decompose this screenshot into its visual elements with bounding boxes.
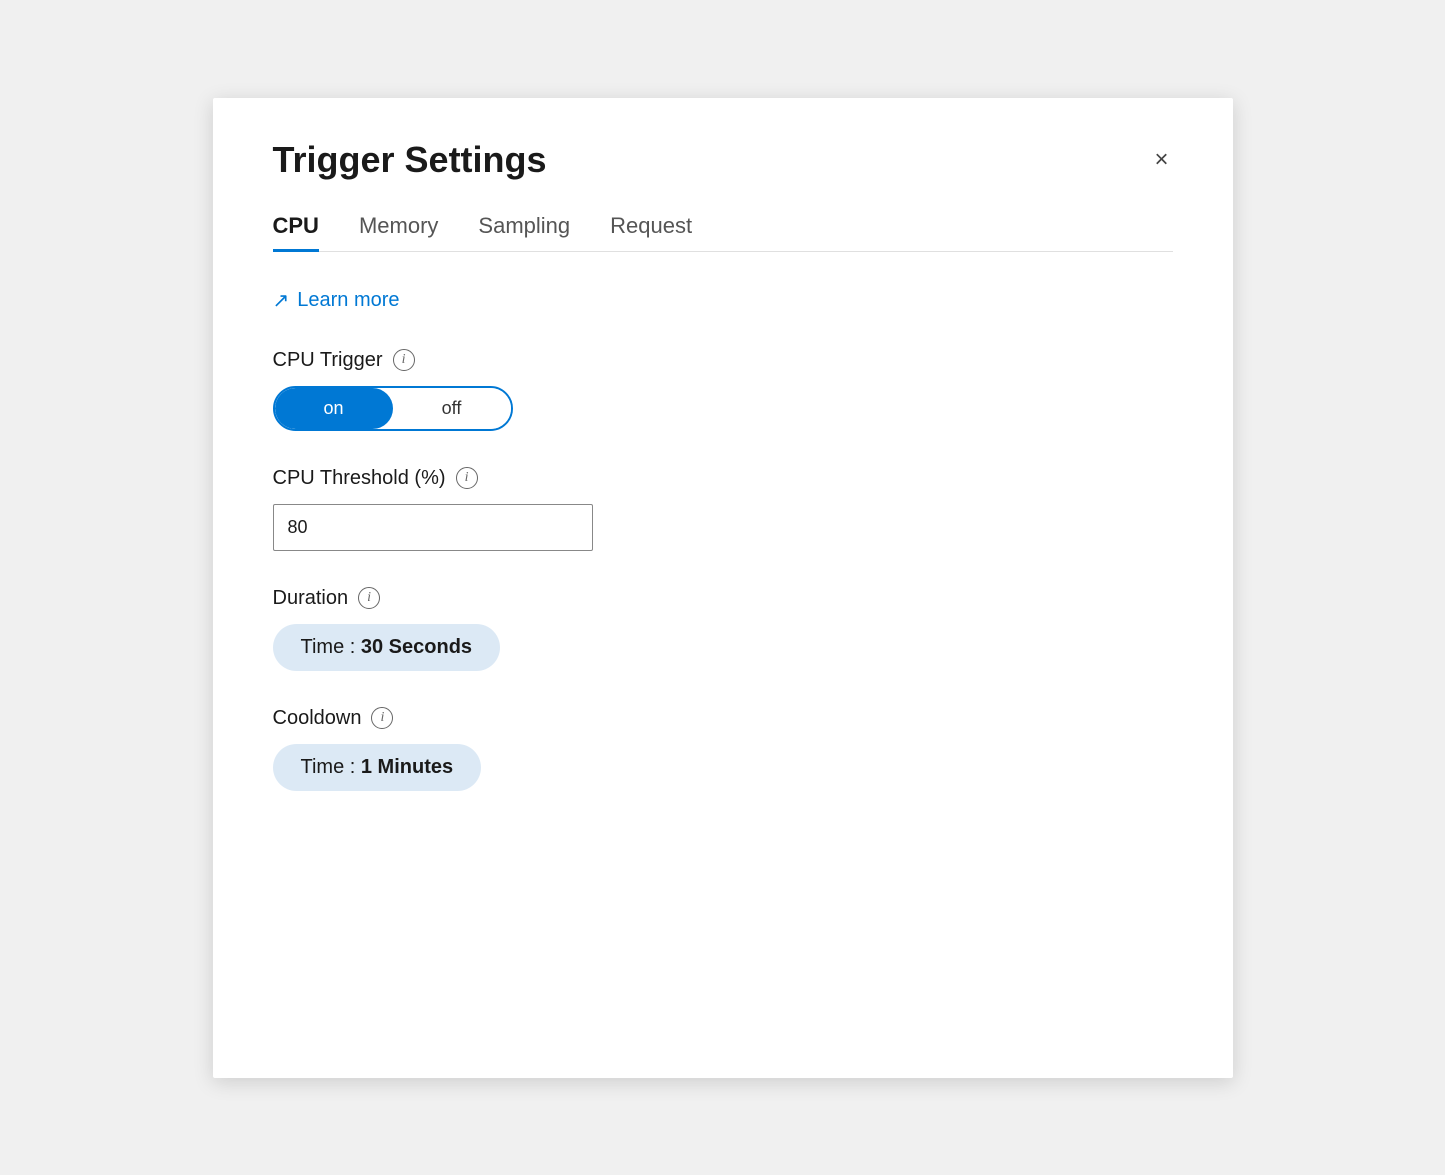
cpu-trigger-toggle[interactable]: on off bbox=[273, 386, 513, 431]
tab-memory[interactable]: Memory bbox=[359, 213, 438, 252]
cpu-threshold-section: CPU Threshold (%) i bbox=[273, 467, 1173, 551]
tab-request[interactable]: Request bbox=[610, 213, 692, 252]
tab-sampling[interactable]: Sampling bbox=[478, 213, 570, 252]
learn-more-label: Learn more bbox=[297, 289, 399, 312]
duration-section: Duration i Time : 30 Seconds bbox=[273, 587, 1173, 671]
trigger-settings-dialog: Trigger Settings × CPU Memory Sampling R… bbox=[213, 98, 1233, 1078]
duration-badge[interactable]: Time : 30 Seconds bbox=[273, 624, 501, 671]
duration-label-row: Duration i bbox=[273, 587, 1173, 610]
tabs-container: CPU Memory Sampling Request bbox=[273, 213, 1173, 252]
duration-label: Duration bbox=[273, 587, 349, 610]
dialog-title: Trigger Settings bbox=[273, 138, 547, 181]
toggle-off-button[interactable]: off bbox=[393, 388, 511, 429]
cooldown-prefix: Time : bbox=[301, 756, 361, 778]
cpu-trigger-section: CPU Trigger i on off bbox=[273, 349, 1173, 431]
cooldown-label: Cooldown bbox=[273, 707, 362, 730]
cpu-trigger-label-row: CPU Trigger i bbox=[273, 349, 1173, 372]
duration-prefix: Time : bbox=[301, 636, 361, 658]
cpu-threshold-label-row: CPU Threshold (%) i bbox=[273, 467, 1173, 490]
toggle-on-button[interactable]: on bbox=[275, 388, 393, 429]
duration-value: 30 Seconds bbox=[361, 636, 472, 658]
cooldown-info-icon[interactable]: i bbox=[371, 707, 393, 729]
external-link-icon: ↗ bbox=[273, 288, 290, 313]
close-button[interactable]: × bbox=[1150, 144, 1172, 176]
cooldown-label-row: Cooldown i bbox=[273, 707, 1173, 730]
tab-cpu[interactable]: CPU bbox=[273, 213, 319, 252]
cooldown-badge[interactable]: Time : 1 Minutes bbox=[273, 744, 482, 791]
cpu-trigger-info-icon[interactable]: i bbox=[393, 349, 415, 371]
cooldown-section: Cooldown i Time : 1 Minutes bbox=[273, 707, 1173, 791]
cooldown-value: 1 Minutes bbox=[361, 756, 453, 778]
cpu-threshold-input[interactable] bbox=[273, 504, 593, 551]
learn-more-link[interactable]: ↗ Learn more bbox=[273, 288, 400, 313]
cpu-trigger-label: CPU Trigger bbox=[273, 349, 383, 372]
dialog-header: Trigger Settings × bbox=[273, 138, 1173, 181]
duration-info-icon[interactable]: i bbox=[358, 587, 380, 609]
cpu-threshold-info-icon[interactable]: i bbox=[456, 467, 478, 489]
cpu-threshold-label: CPU Threshold (%) bbox=[273, 467, 446, 490]
